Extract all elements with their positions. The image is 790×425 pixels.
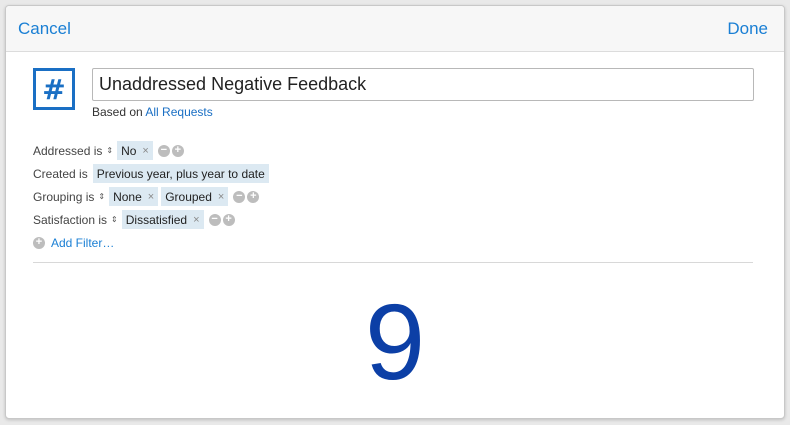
chip-label: Dissatisfied (125, 212, 188, 227)
filter-list: Addressed is ⇕ No × − + Created is Previ… (33, 139, 272, 254)
filter-value-chip: Dissatisfied × (121, 210, 204, 229)
operator-toggle-icon[interactable]: ⇕ (106, 146, 113, 155)
filter-row-created: Created is Previous year, plus year to d… (33, 162, 272, 185)
filter-value-chip: None × (109, 187, 159, 206)
chip-label: No (121, 143, 137, 158)
widget-editor-dialog: Cancel Done # Based on All Requests Addr… (5, 5, 785, 419)
chip-label: Previous year, plus year to date (96, 166, 265, 181)
add-condition-icon[interactable]: + (222, 213, 235, 226)
done-button[interactable]: Done (727, 19, 768, 39)
filter-row-satisfaction: Satisfaction is ⇕ Dissatisfied × − + (33, 208, 272, 231)
remove-filter-icon[interactable]: − (157, 144, 170, 157)
filter-row-addressed: Addressed is ⇕ No × − + (33, 139, 272, 162)
all-requests-link[interactable]: All Requests (145, 105, 212, 119)
add-condition-icon[interactable]: + (171, 144, 184, 157)
cancel-button[interactable]: Cancel (18, 19, 71, 39)
filter-row-grouping: Grouping is ⇕ None × Grouped × − + (33, 185, 272, 208)
divider (33, 262, 753, 263)
add-filter-button[interactable]: + Add Filter… (33, 231, 272, 254)
remove-filter-icon[interactable]: − (208, 213, 221, 226)
remove-chip-icon[interactable]: × (148, 191, 154, 203)
filter-label: Grouping is (33, 189, 95, 204)
add-filter-label: Add Filter… (51, 235, 115, 250)
filter-value-chip[interactable]: Previous year, plus year to date (92, 164, 269, 183)
filter-label: Created is (33, 166, 88, 181)
hash-icon: # (33, 68, 75, 110)
add-filter-icon: + (33, 236, 45, 249)
add-condition-icon[interactable]: + (247, 190, 260, 203)
filter-label: Addressed is (33, 143, 103, 158)
based-on-prefix: Based on (92, 105, 143, 119)
filter-value-chip: Grouped × (161, 187, 229, 206)
remove-chip-icon[interactable]: × (218, 191, 224, 203)
remove-filter-icon[interactable]: − (233, 190, 246, 203)
operator-toggle-icon[interactable]: ⇕ (98, 192, 105, 201)
title-input[interactable] (92, 68, 754, 101)
operator-toggle-icon[interactable]: ⇕ (111, 215, 118, 224)
remove-chip-icon[interactable]: × (193, 214, 199, 226)
filter-label: Satisfaction is (33, 212, 108, 227)
chip-label: None (113, 189, 142, 204)
based-on-text: Based on All Requests (92, 105, 213, 119)
toolbar: Cancel Done (6, 6, 784, 52)
remove-chip-icon[interactable]: × (142, 145, 148, 157)
filter-value-chip: No × (117, 141, 153, 160)
chip-label: Grouped (165, 189, 212, 204)
widget-header: # Based on All Requests (33, 68, 754, 128)
result-number: 9 (364, 281, 426, 402)
